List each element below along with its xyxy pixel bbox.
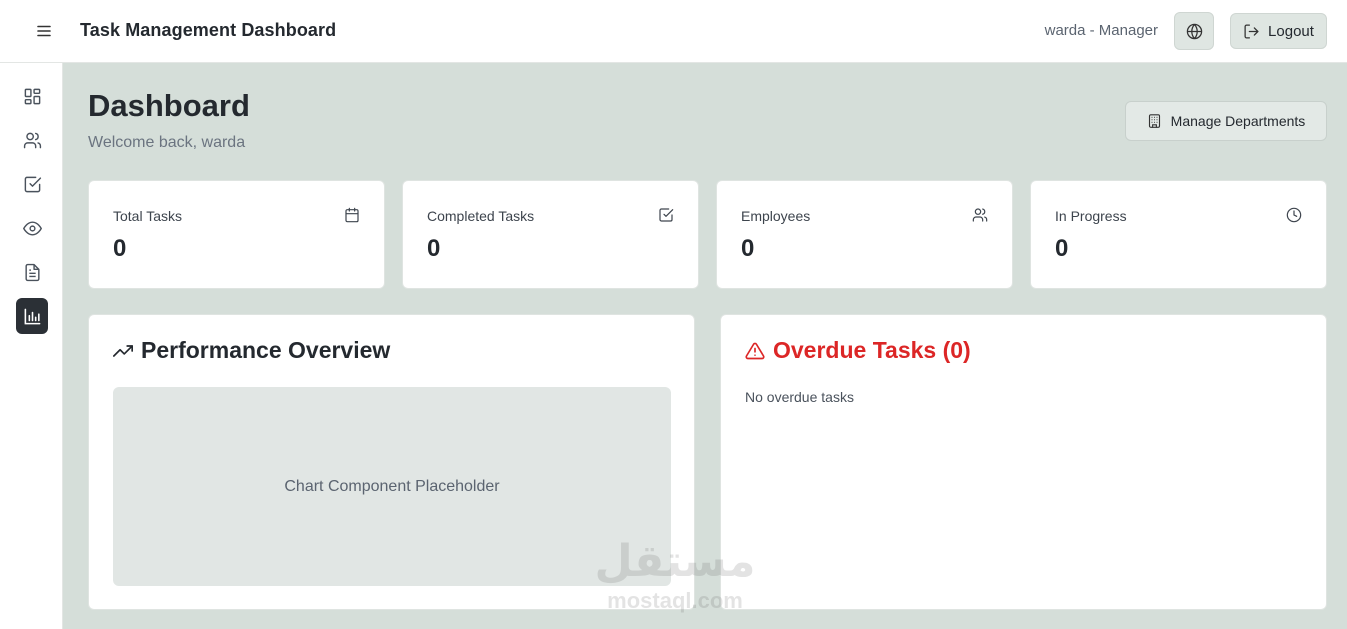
overdue-panel: Overdue Tasks (0) No overdue tasks (720, 314, 1327, 610)
menu-button[interactable] (28, 18, 60, 44)
language-button[interactable] (1174, 12, 1214, 50)
sidebar-item-review[interactable] (16, 210, 48, 246)
sidebar-item-employees[interactable] (16, 122, 48, 158)
stat-card-in-progress: In Progress 0 (1030, 180, 1327, 289)
user-label: warda - Manager (1044, 22, 1158, 39)
grid-icon (24, 88, 40, 104)
stat-value: 0 (1055, 235, 1069, 262)
stat-label: Total Tasks (113, 208, 182, 224)
welcome-text: Welcome back, warda (88, 134, 246, 151)
chart-placeholder: Chart Component Placeholder (113, 387, 671, 586)
stat-label: Employees (741, 208, 811, 224)
sidebar (0, 63, 63, 629)
top-bar: Task Management Dashboard warda - Manage… (0, 0, 1347, 63)
logout-button[interactable]: Logout (1230, 13, 1327, 49)
manage-departments-label: Manage Departments (1170, 113, 1306, 129)
stat-value: 0 (741, 235, 755, 262)
logout-icon (1244, 23, 1259, 39)
page-title: Dashboard (88, 88, 250, 123)
performance-panel: Performance Overview Chart Component Pla… (88, 314, 695, 610)
overdue-title: Overdue Tasks (0) (773, 337, 971, 363)
manage-departments-button[interactable]: Manage Departments (1125, 101, 1327, 141)
calendar-icon (345, 207, 359, 223)
bar-chart-icon (24, 308, 40, 324)
chart-placeholder-text: Chart Component Placeholder (284, 477, 500, 495)
stat-card-completed-tasks: Completed Tasks 0 (402, 180, 699, 289)
overdue-header: Overdue Tasks (0) (745, 337, 971, 364)
users-icon (972, 208, 988, 222)
sidebar-item-reports[interactable] (16, 254, 48, 290)
alert-triangle-icon (745, 342, 765, 359)
performance-header: Performance Overview (113, 337, 390, 364)
stat-value: 0 (427, 235, 441, 262)
file-text-icon (24, 263, 40, 281)
check-square-icon (24, 176, 41, 192)
sidebar-item-dashboard[interactable] (16, 78, 48, 114)
check-square-icon (659, 208, 674, 222)
users-icon (23, 132, 41, 148)
logout-label: Logout (1268, 22, 1314, 40)
hamburger-icon (37, 25, 51, 37)
sidebar-item-analytics[interactable] (16, 298, 48, 334)
trending-up-icon (113, 344, 133, 357)
globe-icon (1186, 23, 1202, 39)
empty-state-text: No overdue tasks (745, 389, 854, 405)
stat-label: In Progress (1055, 208, 1127, 224)
sidebar-item-tasks[interactable] (16, 166, 48, 202)
building-icon (1148, 114, 1160, 128)
stat-value: 0 (113, 235, 127, 262)
app-title: Task Management Dashboard (80, 20, 337, 40)
eye-icon (22, 220, 42, 236)
stat-card-total-tasks: Total Tasks 0 (88, 180, 385, 289)
stat-card-employees: Employees 0 (716, 180, 1013, 289)
clock-icon (1286, 207, 1302, 223)
stat-label: Completed Tasks (427, 208, 535, 224)
performance-title: Performance Overview (141, 337, 391, 363)
